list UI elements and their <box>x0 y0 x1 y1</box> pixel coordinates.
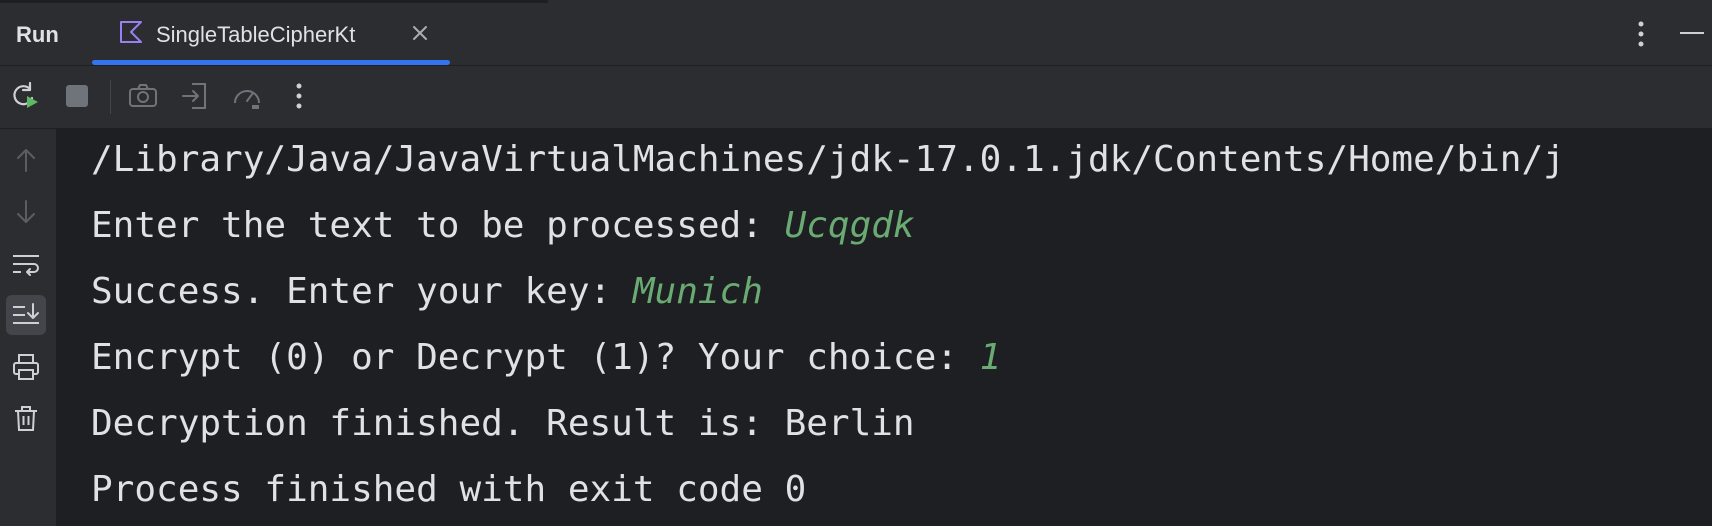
console-line: Encrypt (0) or Decrypt (1)? Your choice:… <box>91 337 1002 378</box>
close-icon[interactable] <box>410 23 430 43</box>
user-input: Munich <box>632 271 763 312</box>
profiler-button[interactable] <box>230 79 264 113</box>
console-line: Decryption finished. Result is: Berlin <box>91 403 915 444</box>
next-occurrence-button[interactable] <box>6 192 46 232</box>
console-line: /Library/Java/JavaVirtualMachines/jdk-17… <box>91 139 1565 180</box>
print-icon <box>13 354 39 380</box>
console-line: Process finished with exit code 0 <box>91 469 807 510</box>
screenshot-button[interactable] <box>126 79 160 113</box>
rerun-icon <box>13 81 38 108</box>
print-button[interactable] <box>6 347 46 387</box>
toolbar-separator <box>110 80 111 114</box>
tab-label: SingleTableCipherKt <box>156 22 356 47</box>
more-icon <box>296 83 302 109</box>
scroll-to-end-icon <box>13 303 39 324</box>
soft-wrap-icon <box>13 255 39 276</box>
stop-icon <box>66 85 88 107</box>
tab-bar: Run SingleTableCipherKt <box>0 4 1712 66</box>
exit-button[interactable] <box>178 79 212 113</box>
arrow-up-icon <box>17 149 35 172</box>
run-tool-window: Run SingleTableCipherKt /Library/Java/Ja… <box>0 0 1712 526</box>
rerun-button[interactable] <box>8 79 42 113</box>
active-tab-indicator <box>92 60 450 65</box>
scroll-to-end-button[interactable] <box>6 295 46 335</box>
user-input: 1 <box>979 337 1002 378</box>
run-toolbar <box>0 66 1712 129</box>
exit-icon <box>182 83 206 109</box>
clear-all-button[interactable] <box>6 398 46 438</box>
trash-icon <box>15 406 37 431</box>
more-actions-button[interactable] <box>282 79 316 113</box>
gauge-icon <box>234 90 260 109</box>
camera-icon <box>129 84 157 107</box>
minimize-icon[interactable] <box>1680 32 1704 36</box>
soft-wrap-button[interactable] <box>6 244 46 284</box>
tool-window-title: Run <box>16 22 59 47</box>
console-side-toolbar <box>0 129 56 526</box>
console-line: Enter the text to be processed: Ucqgdk <box>91 205 915 246</box>
arrow-down-icon <box>17 200 35 223</box>
tab-single-table-cipher[interactable]: SingleTableCipherKt <box>92 4 450 65</box>
stop-button[interactable] <box>60 79 94 113</box>
previous-occurrence-button[interactable] <box>6 140 46 180</box>
console-line: Success. Enter your key: Munich <box>91 271 763 312</box>
console-output[interactable]: /Library/Java/JavaVirtualMachines/jdk-17… <box>56 129 1712 526</box>
kotlin-icon <box>120 21 142 43</box>
more-vertical-icon[interactable] <box>1630 18 1652 50</box>
user-input: Ucqgdk <box>784 205 915 246</box>
